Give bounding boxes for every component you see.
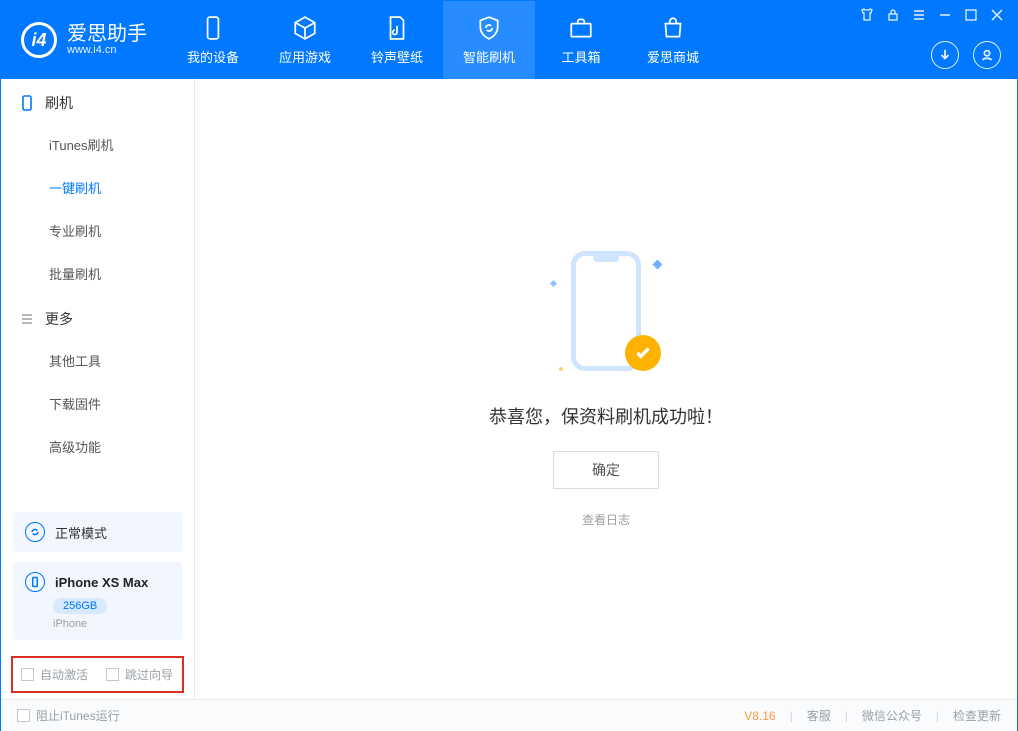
checkbox-skip-guide[interactable]: 跳过向导 [106,666,173,683]
maximize-icon[interactable] [963,7,979,23]
divider: | [936,709,939,723]
check-update-link[interactable]: 检查更新 [953,707,1001,724]
highlighted-options: 自动激活 跳过向导 [11,656,184,693]
device-type: iPhone [53,618,170,630]
minimize-icon[interactable] [937,7,953,23]
checkbox-label: 阻止iTunes运行 [36,707,120,724]
main-nav: 我的设备 应用游戏 铃声壁纸 智能刷机 工具箱 爱思商城 [167,1,719,79]
close-icon[interactable] [989,7,1005,23]
sidebar-item-onekey-flash[interactable]: 一键刷机 [1,166,194,209]
view-log-link[interactable]: 查看日志 [582,511,630,528]
sidebar-group-flash: 刷机 [1,79,194,123]
ok-button[interactable]: 确定 [553,451,659,489]
sidebar: 刷机 iTunes刷机 一键刷机 专业刷机 批量刷机 更多 其他工具 下载固件 … [1,79,195,699]
user-button[interactable] [973,41,1001,69]
nav-toolbox[interactable]: 工具箱 [535,1,627,79]
nav-label: 我的设备 [187,47,239,66]
success-illustration [551,251,661,381]
checkbox-label: 跳过向导 [125,666,173,683]
sidebar-group-label: 更多 [45,309,73,329]
success-message: 恭喜您，保资料刷机成功啦！ [489,403,723,429]
sidebar-item-pro-flash[interactable]: 专业刷机 [1,209,194,252]
sidebar-item-batch-flash[interactable]: 批量刷机 [1,252,194,295]
lock-icon[interactable] [885,7,901,23]
mode-label: 正常模式 [55,523,107,542]
sidebar-group-label: 刷机 [45,93,73,113]
nav-smart-flash[interactable]: 智能刷机 [443,1,535,79]
nav-label: 智能刷机 [463,47,515,66]
shield-refresh-icon [476,15,502,41]
check-badge-icon [625,335,661,371]
logo-icon: i4 [21,22,57,58]
device-card[interactable]: iPhone XS Max 256GB iPhone [13,562,182,640]
nav-label: 工具箱 [561,47,600,66]
checkbox-auto-activate[interactable]: 自动激活 [21,666,88,683]
music-file-icon [384,15,410,41]
customer-service-link[interactable]: 客服 [807,707,831,724]
nav-label: 铃声壁纸 [371,47,423,66]
bag-icon [660,15,686,41]
sidebar-group-more: 更多 [1,295,194,339]
status-bar: 阻止iTunes运行 V8.16 | 客服 | 微信公众号 | 检查更新 [1,699,1017,731]
download-button[interactable] [931,41,959,69]
window-controls [859,7,1005,23]
device-storage-badge: 256GB [53,598,107,614]
sidebar-item-advanced[interactable]: 高级功能 [1,425,194,468]
checkbox-icon [17,709,30,722]
menu-icon[interactable] [911,7,927,23]
phone-icon [200,15,226,41]
brand-url: www.i4.cn [67,44,147,56]
app-logo: i4 爱思助手 www.i4.cn [1,22,167,58]
divider: | [845,709,848,723]
nav-label: 应用游戏 [279,47,331,66]
checkbox-icon [106,668,119,681]
divider: | [790,709,793,723]
sidebar-item-download-firmware[interactable]: 下载固件 [1,382,194,425]
list-icon [19,311,35,327]
checkbox-icon [21,668,34,681]
app-header: i4 爱思助手 www.i4.cn 我的设备 应用游戏 铃声壁纸 智能刷机 工具… [1,1,1017,79]
version-label: V8.16 [744,709,775,723]
nav-apps-games[interactable]: 应用游戏 [259,1,351,79]
briefcase-icon [568,15,594,41]
main-content: 恭喜您，保资料刷机成功啦！ 确定 查看日志 [195,79,1017,699]
sidebar-item-other-tools[interactable]: 其他工具 [1,339,194,382]
checkbox-label: 自动激活 [40,666,88,683]
device-icon [19,95,35,111]
wechat-link[interactable]: 微信公众号 [862,707,922,724]
phone-small-icon [25,572,45,592]
nav-mall[interactable]: 爱思商城 [627,1,719,79]
nav-ringtone-wallpaper[interactable]: 铃声壁纸 [351,1,443,79]
mode-card[interactable]: 正常模式 [13,512,182,552]
sync-icon [25,522,45,542]
cube-icon [292,15,318,41]
nav-label: 爱思商城 [647,47,699,66]
device-name: iPhone XS Max [55,575,148,590]
tshirt-icon[interactable] [859,7,875,23]
brand-name: 爱思助手 [67,24,147,44]
checkbox-block-itunes[interactable]: 阻止iTunes运行 [17,707,120,724]
sidebar-item-itunes-flash[interactable]: iTunes刷机 [1,123,194,166]
nav-my-device[interactable]: 我的设备 [167,1,259,79]
